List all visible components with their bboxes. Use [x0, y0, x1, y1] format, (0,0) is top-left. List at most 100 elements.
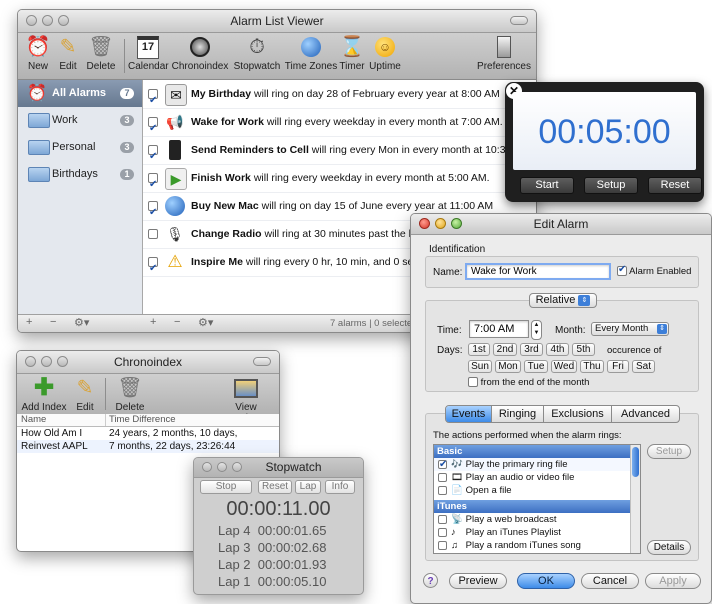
calendar-button[interactable]: 17 Calendar — [128, 35, 169, 72]
alarm-row-my-birthday[interactable]: ✉ My Birthday will ring on day 28 of Feb… — [143, 80, 536, 109]
month-popup[interactable]: Every Month ⇕ — [591, 322, 669, 336]
apply-button[interactable]: Apply — [645, 573, 701, 589]
minimize-button[interactable] — [42, 15, 53, 26]
ordinal-3rd[interactable]: 3rd — [520, 343, 543, 356]
zoom-button[interactable] — [451, 218, 462, 229]
alarm-enabled-checkbox[interactable] — [148, 199, 158, 220]
ordinal-1st[interactable]: 1st — [468, 343, 490, 356]
edit-button[interactable]: ✎ Edit — [54, 35, 82, 72]
tab-exclusions[interactable]: Exclusions — [544, 406, 612, 422]
action-checkbox[interactable] — [438, 527, 447, 537]
add-folder-button[interactable]: + — [26, 316, 32, 328]
alarm-enabled-option[interactable]: Alarm Enabled — [617, 264, 691, 277]
action-checkbox[interactable] — [438, 540, 447, 550]
add-index-button[interactable]: ✚ Add Index — [21, 376, 67, 414]
weekday-fri[interactable]: Fri — [607, 360, 629, 373]
column-header-name[interactable]: Name — [21, 414, 46, 426]
table-row[interactable]: How Old Am I 24 years, 2 months, 10 days… — [17, 427, 279, 452]
stopwatch-titlebar[interactable]: Stopwatch — [194, 458, 363, 478]
action-open-file[interactable]: 📄 Open a file — [434, 484, 640, 497]
tab-advanced[interactable]: Advanced — [612, 406, 679, 422]
alarm-enabled-checkbox[interactable] — [148, 115, 158, 136]
sidebar-item-personal[interactable]: Personal 3 — [18, 134, 142, 161]
ok-button[interactable]: OK — [517, 573, 575, 589]
folder-actions-gear-icon[interactable]: ⚙▾ — [74, 316, 89, 329]
action-checkbox[interactable] — [438, 458, 447, 471]
chronoindex-edit-button[interactable]: ✎ Edit — [71, 376, 99, 413]
weekday-thu[interactable]: Thu — [580, 360, 604, 373]
uptime-button[interactable]: ☺ Uptime — [368, 35, 402, 72]
action-play-primary-ring[interactable]: 🎶 Play the primary ring file — [434, 458, 640, 471]
alarm-enabled-checkbox[interactable] — [148, 229, 158, 240]
action-play-random-song[interactable]: ♫ Play a random iTunes song — [434, 539, 640, 552]
edit-alarm-titlebar[interactable]: Edit Alarm — [411, 214, 711, 235]
scrollbar-thumb[interactable] — [632, 447, 639, 477]
minimize-button[interactable] — [41, 356, 52, 367]
actions-scrollbar[interactable] — [630, 445, 640, 553]
stopwatch-button[interactable]: ⏱ Stopwatch — [232, 35, 282, 72]
end-of-month-checkbox[interactable] — [468, 377, 478, 388]
tab-events[interactable]: Events — [446, 406, 492, 422]
sidebar-item-work[interactable]: Work 3 — [18, 107, 142, 134]
action-details-button[interactable]: Details — [647, 540, 691, 555]
alarm-enabled-checkbox[interactable] — [148, 171, 158, 192]
timer-reset-button[interactable]: Reset — [648, 177, 702, 194]
new-button[interactable]: ⏰ New — [24, 35, 52, 72]
add-alarm-button[interactable]: + — [150, 316, 156, 328]
action-checkbox[interactable] — [438, 514, 447, 524]
toolbar-toggle-button[interactable] — [253, 357, 271, 366]
time-zones-button[interactable]: Time Zones — [284, 35, 338, 72]
alarm-list-titlebar[interactable]: Alarm List Viewer — [18, 10, 536, 33]
ordinal-5th[interactable]: 5th — [572, 343, 595, 356]
chronoindex-button[interactable]: Chronoindex — [170, 35, 230, 72]
zoom-button[interactable] — [57, 356, 68, 367]
preferences-button[interactable]: Preferences — [476, 35, 532, 72]
weekday-sat[interactable]: Sat — [632, 360, 655, 373]
toolbar-toggle-button[interactable] — [510, 16, 528, 25]
chronoindex-delete-button[interactable]: 🗑 Delete — [113, 376, 147, 413]
table-row[interactable]: Reinvest AAPL 7 months, 22 days, 23:26:4… — [17, 440, 279, 453]
weekday-mon[interactable]: Mon — [495, 360, 521, 373]
alarm-row-send-reminders[interactable]: Send Reminders to Cell will ring every M… — [143, 136, 536, 165]
action-checkbox[interactable] — [438, 485, 447, 495]
alarm-enabled-checkbox[interactable] — [148, 143, 158, 164]
ordinal-4th[interactable]: 4th — [546, 343, 569, 356]
weekday-wed[interactable]: Wed — [551, 360, 577, 373]
help-button[interactable]: ? — [423, 573, 438, 588]
alarm-enabled-checkbox[interactable] — [148, 255, 158, 276]
timer-start-button[interactable]: Start — [520, 177, 574, 194]
alarm-name-field[interactable] — [465, 263, 611, 280]
delete-button[interactable]: 🗑 Delete — [84, 35, 118, 72]
weekday-tue[interactable]: Tue — [524, 360, 548, 373]
ordinal-2nd[interactable]: 2nd — [493, 343, 517, 356]
cancel-button[interactable]: Cancel — [581, 573, 639, 589]
preview-button[interactable]: Preview — [449, 573, 507, 589]
stopwatch-lap-button[interactable]: Lap — [295, 480, 321, 494]
minimize-button[interactable] — [435, 218, 446, 229]
close-button[interactable] — [419, 218, 430, 229]
mode-popup[interactable]: Relative ⇕ — [529, 293, 597, 308]
stopwatch-stop-button[interactable]: Stop — [200, 480, 252, 494]
column-header-time-difference[interactable]: Time Difference — [109, 414, 176, 426]
remove-alarm-button[interactable]: − — [174, 316, 180, 328]
timer-button[interactable]: ⌛ Timer — [338, 35, 366, 72]
sidebar-item-all-alarms[interactable]: ⏰ All Alarms 7 — [18, 80, 142, 107]
action-play-itunes-playlist[interactable]: ♪ Play an iTunes Playlist — [434, 526, 640, 539]
action-checkbox[interactable] — [438, 472, 447, 482]
sidebar-item-birthdays[interactable]: Birthdays 1 — [18, 161, 142, 188]
zoom-button[interactable] — [232, 462, 242, 472]
close-button[interactable] — [26, 15, 37, 26]
alarm-actions-gear-icon[interactable]: ⚙▾ — [198, 316, 213, 329]
action-play-audio-video[interactable]: 🎞 Play an audio or video file — [434, 471, 640, 484]
close-button[interactable] — [25, 356, 36, 367]
chronoindex-titlebar[interactable]: Chronoindex — [17, 351, 279, 374]
time-stepper[interactable]: ▲ ▼ — [531, 320, 542, 340]
time-field[interactable] — [469, 320, 529, 338]
alarm-enabled-checkbox[interactable] — [617, 264, 627, 277]
minimize-button[interactable] — [217, 462, 227, 472]
timer-setup-button[interactable]: Setup — [584, 177, 638, 194]
close-button[interactable] — [202, 462, 212, 472]
alarm-enabled-checkbox[interactable] — [148, 87, 158, 108]
stopwatch-reset-button[interactable]: Reset — [258, 480, 292, 494]
alarm-row-wake-for-work[interactable]: 📢 Wake for Work will ring every weekday … — [143, 108, 536, 137]
